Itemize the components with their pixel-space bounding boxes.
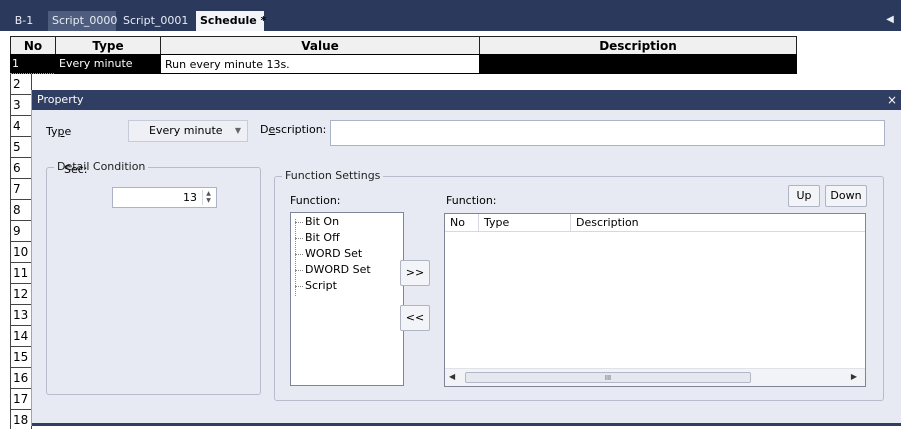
list-header-no[interactable]: No <box>445 214 479 232</box>
column-header-no[interactable]: No <box>10 36 56 55</box>
move-down-button[interactable]: Down <box>825 185 867 207</box>
tree-item-word-set[interactable]: WORD Set <box>295 247 362 261</box>
tab-script-0001[interactable]: Script_0001 <box>119 11 194 31</box>
row-number[interactable]: 3 <box>10 95 32 116</box>
add-function-button[interactable]: >> <box>400 260 430 286</box>
description-label: Description: <box>260 123 327 136</box>
description-cell[interactable] <box>479 54 797 74</box>
function-source-label: Function: <box>290 194 341 207</box>
row-number[interactable]: 11 <box>10 263 32 284</box>
type-select[interactable]: Every minute ▼ <box>128 120 248 142</box>
row-number[interactable]: 7 <box>10 179 32 200</box>
horizontal-scrollbar[interactable]: ◀ III ▶ <box>445 368 865 386</box>
close-icon[interactable]: × <box>887 90 897 110</box>
row-number[interactable]: 9 <box>10 221 32 242</box>
tree-item-dword-set[interactable]: DWORD Set <box>295 263 371 277</box>
scroll-right-icon[interactable]: ▶ <box>851 372 857 381</box>
sec-label: Sec: <box>64 163 88 176</box>
tree-item-bit-off[interactable]: Bit Off <box>295 231 340 245</box>
chevron-down-icon[interactable]: ▼ <box>235 121 241 141</box>
column-header-value[interactable]: Value <box>160 36 480 55</box>
description-field[interactable] <box>330 120 885 146</box>
scroll-left-icon[interactable]: ◀ <box>449 372 455 381</box>
row-number[interactable]: 13 <box>10 305 32 326</box>
row-number[interactable]: 10 <box>10 242 32 263</box>
row-number[interactable]: 17 <box>10 389 32 410</box>
function-target-label: Function: <box>446 194 497 207</box>
row-number[interactable]: 12 <box>10 284 32 305</box>
row-number[interactable]: 14 <box>10 326 32 347</box>
property-dialog: Property × Type Every minute ▼ Descripti… <box>31 90 901 426</box>
remove-function-button[interactable]: << <box>400 305 430 331</box>
function-settings-title: Function Settings <box>282 169 384 182</box>
move-up-button[interactable]: Up <box>788 185 820 207</box>
row-number[interactable]: 16 <box>10 368 32 389</box>
list-header-description[interactable]: Description <box>571 214 865 232</box>
row-number[interactable]: 18 <box>10 410 32 429</box>
sec-value: 13 <box>183 191 197 204</box>
dialog-title: Property <box>37 93 84 106</box>
dialog-title-bar[interactable]: Property <box>32 90 901 110</box>
row-number[interactable]: 2 <box>10 74 32 95</box>
sec-stepper[interactable]: 13 ▲ ▼ <box>112 187 217 208</box>
tab-b1[interactable]: B-1 <box>2 11 46 31</box>
scroll-thumb[interactable]: III <box>465 372 751 383</box>
column-header-type[interactable]: Type <box>55 36 161 55</box>
value-cell[interactable]: Run every minute 13s. <box>160 54 480 74</box>
column-header-description[interactable]: Description <box>479 36 797 55</box>
type-label: Type <box>46 125 72 138</box>
document-tab-strip: B-1 Script_0000 Script_0001 Schedule * ◀ <box>0 0 901 31</box>
function-list[interactable]: No Type Description ◀ III ▶ <box>444 213 866 387</box>
row-number[interactable]: 8 <box>10 200 32 221</box>
row-number[interactable]: 5 <box>10 137 32 158</box>
tab-script-0000[interactable]: Script_0000 <box>48 11 117 31</box>
row-number[interactable]: 15 <box>10 347 32 368</box>
tree-item-script[interactable]: Script <box>295 279 337 293</box>
function-tree[interactable]: Bit On Bit Off WORD Set DWORD Set Script <box>290 212 404 386</box>
dialog-bottom-border <box>32 423 901 426</box>
row-number[interactable]: 6 <box>10 158 32 179</box>
tree-item-bit-on[interactable]: Bit On <box>295 215 339 229</box>
type-cell[interactable]: Every minute <box>55 54 161 74</box>
type-select-value: Every minute <box>149 124 223 137</box>
list-header-type[interactable]: Type <box>479 214 571 232</box>
stepper-arrows-icon[interactable]: ▲ ▼ <box>202 190 214 205</box>
row-number-cell: 1 <box>10 54 56 74</box>
row-number[interactable]: 4 <box>10 116 32 137</box>
chevron-left-icon[interactable]: ◀ <box>885 13 895 27</box>
tab-schedule[interactable]: Schedule * <box>196 11 266 31</box>
